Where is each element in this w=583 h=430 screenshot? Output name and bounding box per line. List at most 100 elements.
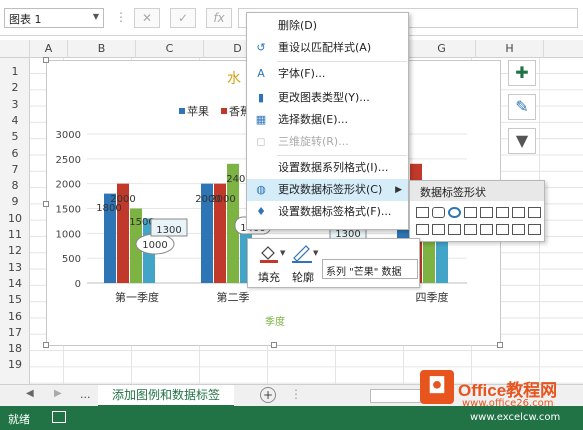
name-box[interactable]: 图表 1 ▼ (4, 8, 104, 28)
row-header[interactable]: 1 (0, 64, 30, 80)
series-select-value: 系列 "芒果" 数据 (326, 267, 402, 278)
column-header[interactable]: H (476, 40, 544, 58)
formula-bar-separator: ⋮ (115, 10, 127, 24)
series-select[interactable]: 系列 "芒果" 数据 (322, 259, 418, 279)
legend[interactable]: 苹果 香蕉 (179, 104, 251, 118)
context-menu-item[interactable]: A 字体(F)... (247, 63, 408, 85)
context-menu-item[interactable]: 删除(D) (247, 15, 408, 37)
row-header[interactable]: 11 (0, 227, 30, 243)
column-header[interactable]: B (68, 40, 136, 58)
row-header[interactable]: 10 (0, 211, 30, 227)
menu-item-icon: A (257, 67, 265, 80)
resize-handle[interactable] (497, 342, 503, 348)
svg-text:▼: ▼ (280, 249, 286, 257)
y-tick-label: 2000 (56, 180, 81, 191)
submenu-arrow-icon: ▶ (395, 185, 402, 195)
label-shape-option[interactable] (416, 207, 429, 218)
fill-button[interactable]: ▼ (256, 243, 286, 263)
column-header[interactable]: A (30, 40, 68, 58)
label-shape-option[interactable] (448, 224, 461, 235)
watermark-url: www.office26.com (462, 398, 554, 409)
resize-handle[interactable] (43, 201, 49, 207)
label-shape-option[interactable] (432, 207, 445, 218)
column-header[interactable]: G (408, 40, 476, 58)
resize-handle[interactable] (271, 342, 277, 348)
resize-handle[interactable] (43, 342, 49, 348)
context-menu-item[interactable]: ♦ 设置数据标签格式(F)... (247, 201, 408, 223)
insert-function-button[interactable]: fx (206, 8, 232, 28)
row-header[interactable]: 9 (0, 194, 30, 210)
x-tick-label: 第二季 (217, 290, 250, 304)
label-shape-option[interactable] (464, 224, 477, 235)
label-shape-option[interactable] (448, 207, 461, 218)
label-shape-option[interactable] (496, 207, 509, 218)
menu-item-label: 更改图表类型(Y)... (278, 91, 370, 104)
status-bar: 就绪 ◘ Office教程网 www.office26.com www.exce… (0, 370, 583, 430)
label-shape-option[interactable] (480, 224, 493, 235)
label-shape-option[interactable] (464, 207, 477, 218)
row-header[interactable]: 18 (0, 341, 30, 357)
label-shape-submenu: 数据标签形状 (409, 180, 545, 242)
chart-title-fragment: 水 (227, 71, 241, 87)
chevron-down-icon[interactable]: ▼ (93, 12, 99, 21)
data-label[interactable]: 1000 (142, 240, 167, 251)
context-menu-item[interactable]: ◍ 更改数据标签形状(C) ▶ (247, 179, 408, 201)
context-menu-item[interactable]: 设置数据系列格式(I)... (247, 157, 408, 179)
x-tick-label: 第一季度 (115, 290, 159, 304)
row-header[interactable]: 17 (0, 325, 30, 341)
enter-button[interactable]: ✓ (170, 8, 196, 28)
row-header[interactable]: 16 (0, 309, 30, 325)
next-sheet-icon[interactable]: ▶ (54, 388, 62, 399)
menu-item-icon: ▦ (255, 113, 267, 126)
legend-swatch (221, 108, 227, 114)
resize-handle[interactable] (43, 57, 49, 63)
label-shape-option[interactable] (512, 207, 525, 218)
row-header[interactable]: 15 (0, 292, 30, 308)
context-menu-item[interactable]: ▦ 选择数据(E)... (247, 109, 408, 131)
outline-button[interactable]: ▼ (290, 243, 320, 263)
row-header[interactable]: 8 (0, 178, 30, 194)
label-shape-option[interactable] (416, 224, 429, 235)
row-header[interactable]: 5 (0, 129, 30, 145)
add-sheet-button[interactable]: + (260, 387, 276, 403)
y-tick-label: 3000 (56, 130, 81, 141)
tab-active-sheet[interactable]: 添加图例和数据标签 (98, 385, 234, 407)
data-label[interactable]: 2000 (210, 194, 235, 205)
row-header[interactable]: 3 (0, 97, 30, 113)
row-header[interactable]: 6 (0, 146, 30, 162)
chart-filters-button[interactable]: ▼ (508, 128, 536, 154)
tab-split-handle[interactable]: ⋮ (290, 387, 302, 401)
mini-toolbar: ▼ 填充 ▼ 轮廓 系列 "芒果" 数据 (247, 238, 420, 288)
cancel-button[interactable]: ✕ (134, 8, 160, 28)
context-menu-item[interactable]: ↺ 重设以匹配样式(A) (247, 37, 408, 59)
row-header[interactable]: 19 (0, 357, 30, 373)
label-shape-option[interactable] (432, 224, 445, 235)
pen-icon: ▼ (292, 245, 319, 263)
context-menu-item[interactable]: ▮ 更改图表类型(Y)... (247, 87, 408, 109)
data-label[interactable]: 1300 (156, 225, 181, 236)
label-shape-option[interactable] (496, 224, 509, 235)
row-header[interactable]: 7 (0, 162, 30, 178)
more-sheets[interactable]: ... (80, 388, 91, 401)
select-all-corner[interactable] (0, 40, 30, 58)
row-header[interactable]: 13 (0, 260, 30, 276)
chart-elements-button[interactable]: ✚ (508, 60, 536, 86)
row-headers: 1 2 3 4 5 6 7 8 9 10 11 12 13 14 15 16 17 18 19 (0, 58, 30, 384)
row-header[interactable]: 14 (0, 276, 30, 292)
data-label[interactable]: 2000 (110, 194, 135, 205)
prev-sheet-icon[interactable]: ◀ (26, 388, 34, 399)
label-shape-option[interactable] (512, 224, 525, 235)
label-shape-option[interactable] (480, 207, 493, 218)
label-shape-option[interactable] (528, 207, 541, 218)
y-tick-label: 1000 (56, 229, 81, 240)
macro-record-icon[interactable] (52, 411, 66, 423)
status-ready: 就绪 (8, 413, 30, 426)
x-tick-label: 四季度 (416, 290, 449, 304)
row-header[interactable]: 12 (0, 243, 30, 259)
label-shape-option[interactable] (528, 224, 541, 235)
outline-label: 轮廓 (292, 271, 314, 284)
chart-styles-button[interactable]: ✎ (508, 94, 536, 120)
row-header[interactable]: 4 (0, 113, 30, 129)
row-header[interactable]: 2 (0, 80, 30, 96)
column-header[interactable]: C (136, 40, 204, 58)
